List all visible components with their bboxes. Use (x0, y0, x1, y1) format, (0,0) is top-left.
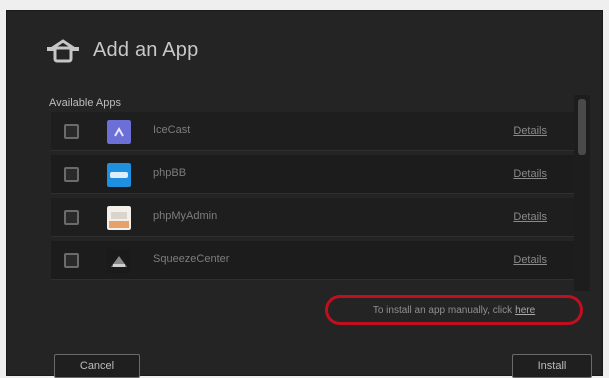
phpbb-icon (107, 163, 131, 187)
app-checkbox-phpmyadmin[interactable] (64, 210, 79, 225)
dialog-header: Add an App (45, 33, 198, 67)
details-link-squeezecenter[interactable]: Details (513, 254, 547, 266)
list-item: phpMyAdmin Details (51, 198, 574, 237)
icecast-icon (107, 120, 131, 144)
phpmyadmin-icon (107, 206, 131, 230)
app-checkbox-squeezecenter[interactable] (64, 253, 79, 268)
app-list: IceCast Details phpBB Details phpMyAdmin… (51, 112, 574, 290)
squeezecenter-icon (107, 249, 131, 273)
page-background: Add an App Available Apps IceCast Detail… (0, 0, 609, 378)
cancel-button[interactable]: Cancel (54, 354, 140, 378)
app-list-scrollbar[interactable] (574, 95, 590, 291)
list-item: phpBB Details (51, 155, 574, 194)
app-checkbox-phpbb[interactable] (64, 167, 79, 182)
app-name: phpBB (153, 167, 187, 179)
install-button[interactable]: Install (512, 354, 592, 378)
scrollbar-thumb[interactable] (578, 99, 586, 155)
dialog-title: Add an App (93, 38, 199, 61)
details-link-phpbb[interactable]: Details (513, 168, 547, 180)
details-link-icecast[interactable]: Details (513, 125, 547, 137)
app-name: phpMyAdmin (153, 210, 218, 222)
manual-install-text: To install an app manually, click (372, 304, 513, 316)
details-link-phpmyadmin[interactable]: Details (513, 211, 547, 223)
available-apps-label: Available Apps (49, 97, 121, 109)
app-checkbox-icecast[interactable] (64, 124, 79, 139)
list-item: SqueezeCenter Details (51, 241, 574, 280)
manual-install-note: To install an app manually, click here (325, 295, 583, 325)
list-item: IceCast Details (51, 112, 574, 151)
add-app-dialog: Add an App Available Apps IceCast Detail… (6, 10, 603, 378)
app-name: SqueezeCenter (153, 253, 230, 265)
app-name: IceCast (153, 124, 191, 136)
add-app-icon (47, 39, 79, 63)
manual-install-link[interactable]: here (515, 305, 535, 316)
